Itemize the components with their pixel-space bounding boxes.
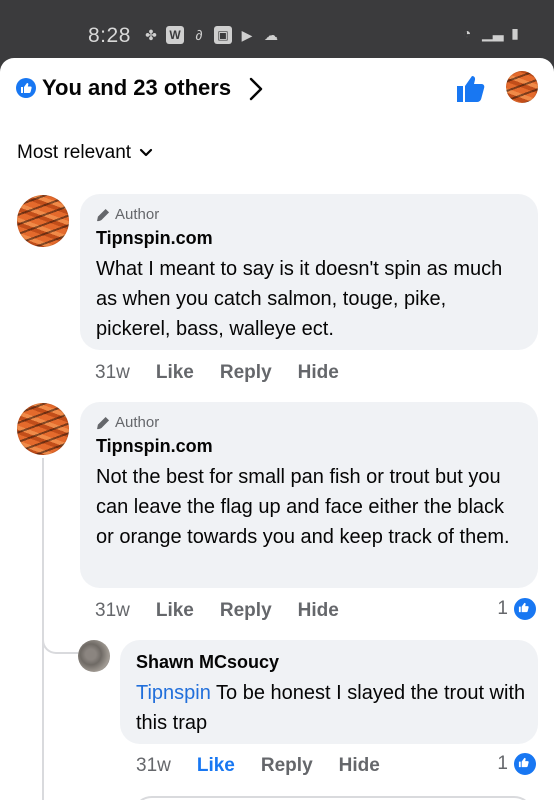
commenter-name[interactable]: Tipnspin.com bbox=[96, 436, 213, 457]
reactions-header[interactable]: You and 23 others bbox=[0, 58, 554, 120]
next-comment-bubble bbox=[132, 796, 534, 800]
wifi-icon: ◔ bbox=[462, 25, 472, 41]
reaction-count[interactable]: 1 bbox=[497, 596, 538, 622]
reaction-count-number: 1 bbox=[497, 598, 508, 619]
chevron-down-icon bbox=[139, 148, 153, 157]
like-reaction-icon bbox=[512, 596, 538, 622]
commenter-avatar[interactable] bbox=[17, 195, 69, 247]
author-badge: Author bbox=[96, 414, 159, 431]
like-action[interactable]: Like bbox=[156, 600, 194, 622]
w-app-icon: W bbox=[166, 26, 184, 44]
gallery-icon: ▣ bbox=[214, 26, 232, 44]
sort-label: Most relevant bbox=[17, 142, 132, 163]
hide-action[interactable]: Hide bbox=[298, 362, 339, 384]
author-badge-label: Author bbox=[115, 414, 160, 431]
mention-link[interactable]: Tipnspin bbox=[136, 682, 211, 704]
signal-icon: ▁▃ bbox=[482, 25, 504, 41]
comment-actions: 31w Like Reply Hide bbox=[95, 362, 365, 384]
comment-actions: 31w Like Reply Hide bbox=[95, 600, 365, 622]
reply-text: Tipnspin To be honest I slayed the trout… bbox=[136, 678, 526, 738]
chevron-right-icon[interactable] bbox=[248, 76, 264, 102]
status-bar: 8:28 ✤ W ∂ ▣ ▶ ☁ ◔ ▁▃ ▮ bbox=[0, 0, 554, 58]
cloud-icon: ☁ bbox=[264, 27, 278, 43]
replier-name[interactable]: Shawn MCsoucy bbox=[136, 652, 279, 673]
comment-time: 31w bbox=[95, 362, 130, 383]
reply-action[interactable]: Reply bbox=[220, 362, 272, 384]
sort-dropdown[interactable]: Most relevant bbox=[17, 142, 153, 164]
like-action[interactable]: Like bbox=[156, 362, 194, 384]
author-badge-label: Author bbox=[115, 206, 160, 223]
reply-action[interactable]: Reply bbox=[220, 600, 272, 622]
thumbs-up-icon[interactable] bbox=[455, 74, 485, 104]
reply-bubble: Shawn MCsoucy Tipnspin To be honest I sl… bbox=[120, 640, 538, 744]
hide-action[interactable]: Hide bbox=[298, 600, 339, 622]
reaction-count[interactable]: 1 bbox=[497, 751, 538, 777]
reaction-count-number: 1 bbox=[497, 753, 508, 774]
status-icons-left: ✤ W ∂ ▣ ▶ ☁ bbox=[142, 26, 280, 44]
loop-icon: ∂ bbox=[195, 27, 203, 43]
replier-avatar[interactable] bbox=[78, 640, 110, 672]
fan-icon: ✤ bbox=[145, 27, 157, 43]
thread-connector bbox=[42, 628, 78, 654]
commenter-avatar[interactable] bbox=[17, 403, 69, 455]
like-action[interactable]: Like bbox=[197, 755, 235, 777]
comment-text: Not the best for small pan fish or trout… bbox=[96, 466, 510, 548]
pencil-icon bbox=[97, 416, 110, 429]
user-avatar[interactable] bbox=[506, 71, 538, 103]
commenter-name[interactable]: Tipnspin.com bbox=[96, 228, 213, 249]
comment-bubble: Author Tipnspin.com Not the best for sma… bbox=[80, 402, 538, 588]
reply-time: 31w bbox=[136, 755, 171, 776]
reactions-summary[interactable]: You and 23 others bbox=[42, 75, 231, 101]
comments-sheet: You and 23 others Most relevant Author T… bbox=[0, 58, 554, 800]
like-reaction-icon bbox=[512, 751, 538, 777]
battery-icon: ▮ bbox=[511, 25, 519, 41]
reply-actions: 31w Like Reply Hide bbox=[136, 755, 406, 777]
status-time: 8:28 bbox=[88, 24, 131, 47]
like-reaction-icon bbox=[16, 78, 36, 98]
pencil-icon bbox=[97, 208, 110, 221]
youtube-icon: ▶ bbox=[241, 27, 253, 43]
hide-action[interactable]: Hide bbox=[339, 755, 380, 777]
comment-text: What I meant to say is it doesn't spin a… bbox=[96, 258, 503, 340]
comment-bubble: Author Tipnspin.com What I meant to say … bbox=[80, 194, 538, 350]
reply-action[interactable]: Reply bbox=[261, 755, 313, 777]
author-badge: Author bbox=[96, 206, 159, 223]
comment-time: 31w bbox=[95, 600, 130, 621]
status-icons-right: ◔ ▁▃ ▮ bbox=[458, 24, 524, 42]
